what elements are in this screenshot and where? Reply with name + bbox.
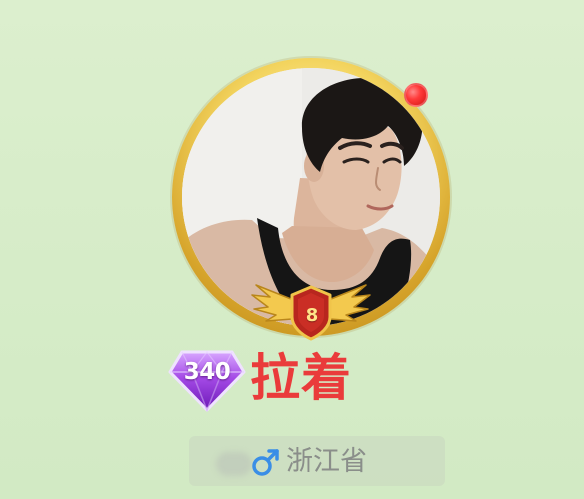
male-icon [252, 449, 279, 476]
username: 拉着 [250, 349, 352, 407]
gem-level-number: 340 [183, 359, 231, 385]
level-number: 8 [305, 305, 319, 326]
chip-blur [216, 452, 252, 476]
location-text: 浙江省 [286, 446, 367, 477]
notification-dot [404, 83, 428, 107]
